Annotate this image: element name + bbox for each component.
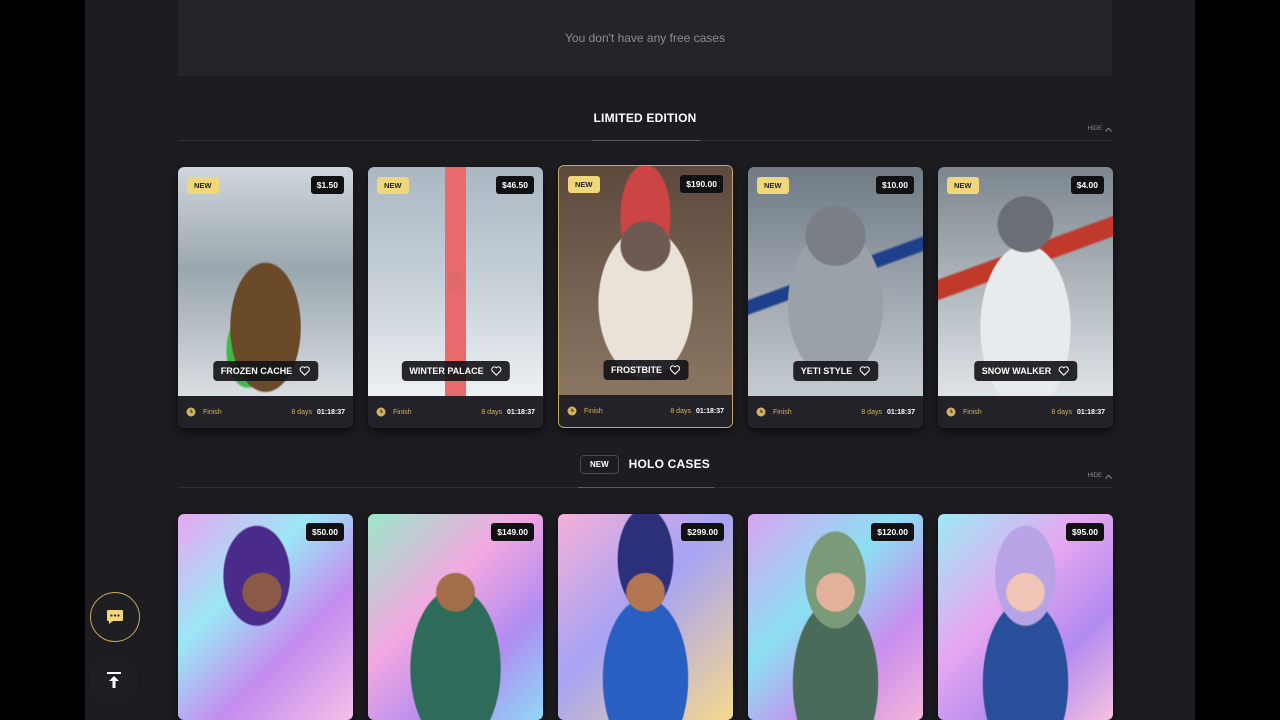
- chat-icon: [107, 610, 123, 624]
- limited-case-card[interactable]: NEW $4.00 SNOW WALKER Finish 8 days 01:18:37: [938, 167, 1113, 428]
- case-name-pill[interactable]: FROZEN CACHE: [212, 361, 319, 381]
- heart-icon[interactable]: [669, 365, 680, 375]
- case-name: YETI STYLE: [800, 366, 853, 376]
- heart-icon[interactable]: [491, 366, 502, 376]
- page-content: You don't have any free cases LIMITED ED…: [85, 0, 1195, 720]
- time-remaining: 01:18:37: [695, 407, 724, 415]
- holo-hide-button[interactable]: HIDE: [1088, 473, 1112, 479]
- hide-label: HIDE: [1087, 126, 1102, 132]
- time-remaining: 01:18:37: [886, 408, 915, 416]
- price-tag: $4.00: [1070, 176, 1104, 194]
- chevron-up-icon: [1105, 473, 1112, 479]
- new-badge: NEW: [947, 177, 979, 194]
- days-remaining: 8 days: [291, 408, 312, 416]
- limited-section-title: LIMITED EDITION: [593, 111, 697, 125]
- chevron-up-icon: [1105, 126, 1112, 132]
- card-footer: Finish 8 days 01:18:37: [368, 396, 543, 428]
- holo-section-header: NEW HOLO CASES: [178, 449, 1112, 479]
- clock-icon: [567, 406, 577, 416]
- price-tag: $10.00: [876, 176, 914, 194]
- limited-title-underline: [592, 140, 700, 141]
- holo-case-card[interactable]: $149.00: [368, 514, 543, 720]
- card-footer: Finish 8 days 01:18:37: [938, 396, 1113, 428]
- limited-case-card[interactable]: NEW $190.00 FROSTBITE Finish 8 days 01:18:37: [558, 165, 733, 428]
- new-badge: NEW: [377, 177, 409, 194]
- finish-label: Finish: [773, 408, 792, 416]
- case-name: WINTER PALACE: [409, 366, 484, 376]
- holo-section-title: HOLO CASES: [628, 457, 710, 471]
- hide-label: HIDE: [1087, 473, 1102, 479]
- time-remaining: 01:18:37: [316, 408, 345, 416]
- free-cases-panel: You don't have any free cases: [178, 0, 1112, 76]
- free-cases-message: You don't have any free cases: [565, 31, 725, 45]
- clock-icon: [756, 407, 766, 417]
- heart-icon[interactable]: [859, 366, 870, 376]
- case-artwork: [368, 514, 543, 720]
- card-footer: Finish 8 days 01:18:37: [748, 396, 923, 428]
- finish-label: Finish: [393, 408, 412, 416]
- limited-case-card[interactable]: NEW $1.50 FROZEN CACHE Finish 8 days 01:18:37: [178, 167, 353, 428]
- case-name: SNOW WALKER: [981, 366, 1052, 376]
- time-remaining: 01:18:37: [506, 408, 535, 416]
- price-tag: $1.50: [310, 176, 344, 194]
- case-artwork: [558, 514, 733, 720]
- new-badge: NEW: [568, 176, 600, 193]
- holo-case-card[interactable]: $120.00: [748, 514, 923, 720]
- case-artwork: [178, 514, 353, 720]
- case-name: FROZEN CACHE: [220, 366, 293, 376]
- case-name-pill[interactable]: WINTER PALACE: [401, 361, 510, 381]
- holo-new-badge: NEW: [579, 454, 619, 474]
- price-tag: $190.00: [680, 175, 723, 193]
- case-artwork: [938, 514, 1113, 720]
- limited-section-header: LIMITED EDITION: [178, 103, 1112, 133]
- clock-icon: [946, 407, 956, 417]
- finish-label: Finish: [584, 407, 603, 415]
- time-remaining: 01:18:37: [1076, 408, 1105, 416]
- new-badge: NEW: [187, 177, 219, 194]
- price-tag: $95.00: [1066, 523, 1104, 541]
- price-tag: $46.50: [496, 176, 534, 194]
- chat-button[interactable]: [90, 592, 140, 642]
- card-footer: Finish 8 days 01:18:37: [178, 396, 353, 428]
- heart-icon[interactable]: [299, 366, 310, 376]
- arrow-up-icon: [107, 672, 121, 688]
- holo-case-card[interactable]: $95.00: [938, 514, 1113, 720]
- case-artwork: [748, 514, 923, 720]
- case-name-pill[interactable]: SNOW WALKER: [973, 361, 1078, 381]
- holo-case-card[interactable]: $299.00: [558, 514, 733, 720]
- days-remaining: 8 days: [670, 407, 691, 415]
- new-badge: NEW: [757, 177, 789, 194]
- price-tag: $120.00: [871, 523, 914, 541]
- days-remaining: 8 days: [481, 408, 502, 416]
- case-name-pill[interactable]: YETI STYLE: [792, 361, 879, 381]
- days-remaining: 8 days: [1051, 408, 1072, 416]
- finish-label: Finish: [963, 408, 982, 416]
- limited-case-card[interactable]: NEW $10.00 YETI STYLE Finish 8 days 01:18:37: [748, 167, 923, 428]
- card-footer: Finish 8 days 01:18:37: [559, 395, 732, 427]
- scroll-top-button[interactable]: [90, 656, 138, 704]
- heart-icon[interactable]: [1058, 366, 1069, 376]
- holo-case-card[interactable]: $50.00: [178, 514, 353, 720]
- case-name-pill[interactable]: FROSTBITE: [603, 360, 688, 380]
- limited-case-card[interactable]: NEW $46.50 WINTER PALACE Finish 8 days 01:18:…: [368, 167, 543, 428]
- price-tag: $299.00: [681, 523, 724, 541]
- clock-icon: [186, 407, 196, 417]
- finish-label: Finish: [203, 408, 222, 416]
- limited-hide-button[interactable]: HIDE: [1088, 126, 1112, 132]
- holo-title-underline: [578, 487, 714, 488]
- price-tag: $149.00: [491, 523, 534, 541]
- days-remaining: 8 days: [861, 408, 882, 416]
- price-tag: $50.00: [306, 523, 344, 541]
- clock-icon: [376, 407, 386, 417]
- case-name: FROSTBITE: [611, 365, 662, 375]
